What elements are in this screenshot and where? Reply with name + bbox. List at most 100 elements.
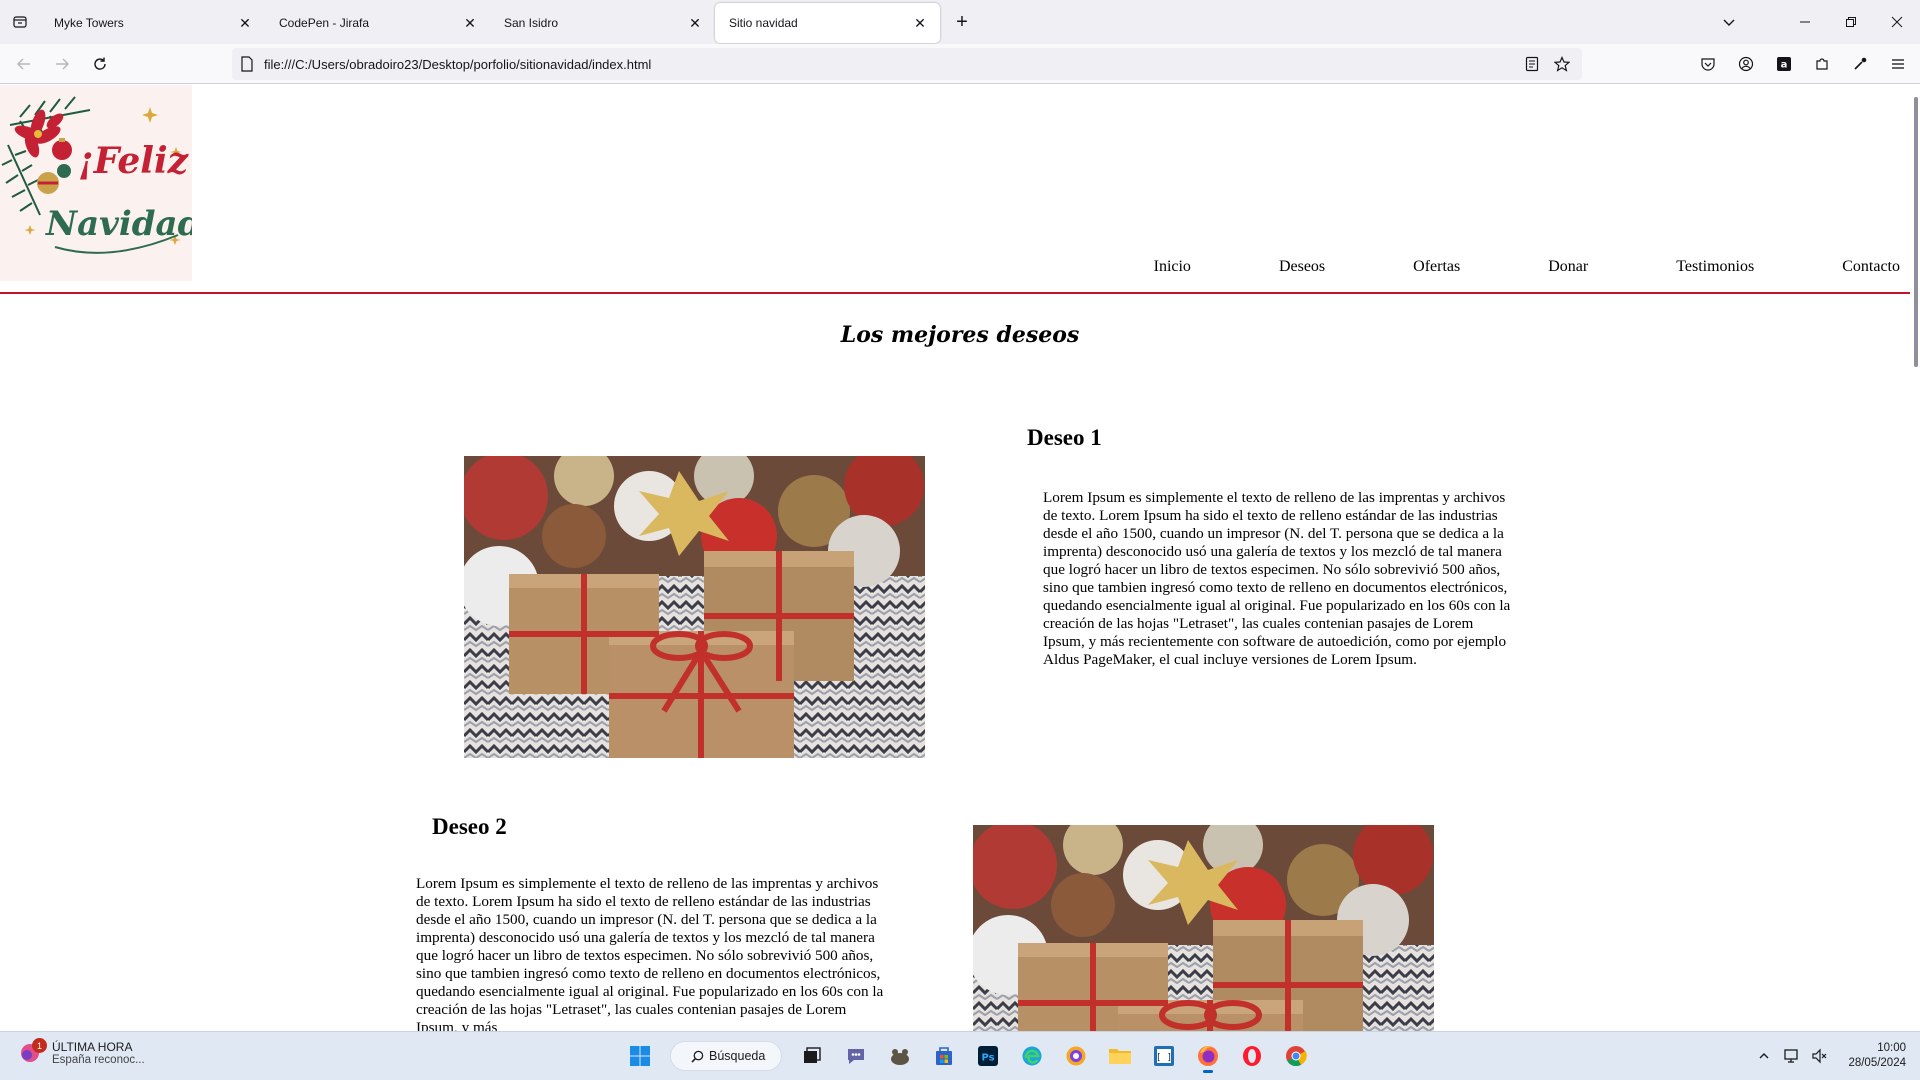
puzzle-icon <box>1816 58 1828 70</box>
scrollbar-thumb[interactable] <box>1914 97 1918 367</box>
page-scrollbar[interactable] <box>1910 85 1920 1031</box>
svg-text:[ ]: [ ] <box>1156 1053 1172 1063</box>
firefox-icon <box>1198 1046 1218 1066</box>
close-tab-icon[interactable]: ✕ <box>233 11 257 35</box>
nav-link-donar[interactable]: Donar <box>1548 258 1588 276</box>
feliz-navidad-logo[interactable]: ¡Feliz Navidad <box>0 85 202 281</box>
hamburger-menu-icon <box>1892 59 1904 69</box>
cmd-app[interactable]: [ ] <box>1142 1038 1186 1074</box>
chrome-app[interactable] <box>1274 1038 1318 1074</box>
gimp-app[interactable] <box>878 1038 922 1074</box>
close-tab-icon[interactable]: ✕ <box>458 11 482 35</box>
bookmark-star-icon[interactable] <box>1554 56 1570 72</box>
chevron-up-icon <box>1759 1053 1769 1059</box>
store-icon <box>936 1047 952 1065</box>
news-subtitle: España reconoc... <box>52 1054 145 1066</box>
browser-app-circle[interactable] <box>1054 1038 1098 1074</box>
start-button[interactable] <box>618 1038 662 1074</box>
taskbar-clock[interactable]: 10:00 28/05/2024 <box>1848 1041 1906 1071</box>
folder-icon <box>1109 1049 1131 1064</box>
network-button[interactable] <box>1778 1038 1806 1074</box>
site-header: ¡Feliz Navidad Inicio Deseos Ofertas Don… <box>0 85 1920 294</box>
tab-label: CodePen - Jirafa <box>279 16 370 30</box>
new-tab-button[interactable]: + <box>946 6 978 38</box>
address-bar[interactable]: file:///C:/Users/obradoiro23/Desktop/por… <box>232 48 1582 80</box>
close-tab-icon[interactable]: ✕ <box>908 11 932 35</box>
tab-list-button[interactable] <box>0 0 40 44</box>
tab-label: San Isidro <box>504 16 559 30</box>
reader-view-icon[interactable] <box>1524 56 1540 72</box>
site-nav: Inicio Deseos Ofertas Donar Testimonios … <box>1066 258 1900 276</box>
chevron-down-icon <box>1723 19 1735 26</box>
list-all-tabs-button[interactable] <box>1706 0 1752 44</box>
svg-text:Ps: Ps <box>981 1053 994 1064</box>
nav-link-contacto[interactable]: Contacto <box>1842 258 1900 276</box>
nav-link-testimonios[interactable]: Testimonios <box>1676 258 1754 276</box>
chrome-icon <box>1286 1046 1307 1067</box>
gimp-icon <box>891 1049 909 1065</box>
volume-muted-icon <box>1812 1048 1827 1064</box>
tab-label: Sitio navidad <box>729 16 798 30</box>
colorful-circle-icon <box>1066 1046 1086 1066</box>
logo-text-feliz: ¡Feliz <box>78 140 190 182</box>
tab-label: Myke Towers <box>54 16 124 30</box>
back-button[interactable] <box>6 48 42 80</box>
news-widget[interactable]: 1 ÚLTIMA HORA España reconoc... <box>18 1038 145 1066</box>
nav-link-inicio[interactable]: Inicio <box>1154 258 1191 276</box>
amazon-extension-button[interactable]: a <box>1766 48 1802 80</box>
restore-button[interactable] <box>1828 0 1874 44</box>
account-button[interactable] <box>1728 48 1764 80</box>
photoshop-app[interactable]: Ps <box>966 1038 1010 1074</box>
url-text[interactable]: file:///C:/Users/obradoiro23/Desktop/por… <box>264 57 651 72</box>
close-tab-icon[interactable]: ✕ <box>683 11 707 35</box>
nav-link-deseos[interactable]: Deseos <box>1279 258 1325 276</box>
network-icon <box>1784 1049 1799 1063</box>
show-hidden-icons-button[interactable] <box>1750 1038 1778 1074</box>
opera-app[interactable] <box>1230 1038 1274 1074</box>
wish-2-image <box>973 825 1434 1031</box>
wish-1-text: Lorem Ipsum es simplemente el texto de r… <box>1043 489 1511 668</box>
tab-myke-towers[interactable]: Myke Towers ✕ <box>40 3 265 43</box>
notification-badge: 1 <box>32 1038 47 1053</box>
task-view-icon <box>804 1047 821 1063</box>
wish-2-title: Deseo 2 <box>432 814 507 839</box>
tab-list-icon <box>13 16 27 28</box>
firefox-app[interactable] <box>1186 1038 1230 1074</box>
volume-button[interactable] <box>1806 1038 1834 1074</box>
taskbar-search[interactable]: Búsqueda <box>670 1041 782 1071</box>
task-view-button[interactable] <box>790 1038 834 1074</box>
system-tray: 10:00 28/05/2024 <box>1750 1038 1906 1074</box>
color-picker-button[interactable] <box>1842 48 1878 80</box>
windows-logo-icon <box>630 1046 650 1066</box>
file-explorer-app[interactable] <box>1098 1038 1142 1074</box>
close-window-button[interactable] <box>1874 0 1920 44</box>
tab-codepen-jirafa[interactable]: CodePen - Jirafa ✕ <box>265 3 490 43</box>
arrow-left-icon <box>17 58 30 69</box>
microsoft-store-app[interactable] <box>922 1038 966 1074</box>
reload-button[interactable] <box>82 48 118 80</box>
logo-graphic: ¡Feliz Navidad <box>1 96 202 254</box>
reload-icon <box>94 57 106 70</box>
edge-app[interactable] <box>1010 1038 1054 1074</box>
nav-link-ofertas[interactable]: Ofertas <box>1413 258 1460 276</box>
page-icon <box>241 56 253 72</box>
teams-chat-button[interactable] <box>834 1038 878 1074</box>
tab-strip: Myke Towers ✕ CodePen - Jirafa ✕ San Isi… <box>0 0 1920 44</box>
tab-san-isidro[interactable]: San Isidro ✕ <box>490 3 715 43</box>
search-label: Búsqueda <box>709 1049 766 1063</box>
edge-icon <box>1022 1046 1042 1066</box>
christmas-gifts-image <box>464 456 925 758</box>
minimize-button[interactable] <box>1782 0 1828 44</box>
navigation-toolbar: file:///C:/Users/obradoiro23/Desktop/por… <box>0 44 1920 84</box>
extensions-button[interactable] <box>1804 48 1840 80</box>
tab-sitio-navidad[interactable]: Sitio navidad ✕ <box>715 3 940 43</box>
opera-icon <box>1243 1046 1261 1066</box>
pocket-button[interactable] <box>1690 48 1726 80</box>
browser-window: Myke Towers ✕ CodePen - Jirafa ✕ San Isi… <box>0 0 1920 1080</box>
terminal-icon: [ ] <box>1154 1046 1174 1066</box>
wish-1-image <box>464 456 925 758</box>
page-viewport: ¡Feliz Navidad Inicio Deseos Ofertas Don… <box>0 85 1920 1031</box>
forward-button[interactable] <box>44 48 80 80</box>
app-menu-button[interactable] <box>1880 48 1916 80</box>
account-icon <box>1738 56 1754 72</box>
